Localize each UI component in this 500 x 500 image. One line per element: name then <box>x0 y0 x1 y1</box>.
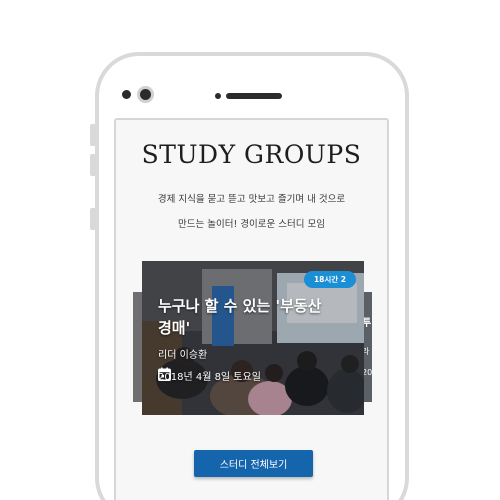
phone-screen: STUDY GROUPS 경제 지식을 묻고 뜯고 맛보고 즐기며 내 것으로 … <box>114 118 389 500</box>
phone-front-sensor <box>215 93 221 99</box>
previous-card-peek[interactable] <box>133 292 142 402</box>
phone-sensor-dot <box>122 90 131 99</box>
study-date: 2018년 4월 8일 토요일 <box>158 371 261 383</box>
calendar-icon <box>158 367 171 381</box>
view-all-studies-button[interactable]: 스터디 전체보기 <box>194 450 313 477</box>
duration-badge: 18시간 2 <box>304 271 356 288</box>
phone-side-button <box>90 154 96 176</box>
phone-camera-lens <box>137 86 154 103</box>
study-card-title: 누구나 할 수 있는 '부동산 경매' <box>158 295 358 339</box>
study-card-title-line-2: 경매' <box>158 319 191 337</box>
phone-side-button <box>90 124 96 146</box>
study-date-row: 2018년 4월 8일 토요일 <box>158 367 261 383</box>
page-title: STUDY GROUPS <box>141 140 362 169</box>
study-leader: 리더 이승환 <box>158 350 208 361</box>
study-card-title-line-1: 누구나 할 수 있는 '부동산 <box>158 297 322 315</box>
description-line-2: 만드는 놀이터! 경이로운 스터디 모임 <box>178 219 325 230</box>
study-card[interactable]: 18시간 2 누구나 할 수 있는 '부동산 경매' 리더 이승환 2018년 … <box>142 261 364 415</box>
description-line-1: 경제 지식을 묻고 뜯고 맛보고 즐기며 내 것으로 <box>157 194 346 205</box>
phone-side-button <box>90 208 96 230</box>
phone-speaker <box>226 93 282 99</box>
